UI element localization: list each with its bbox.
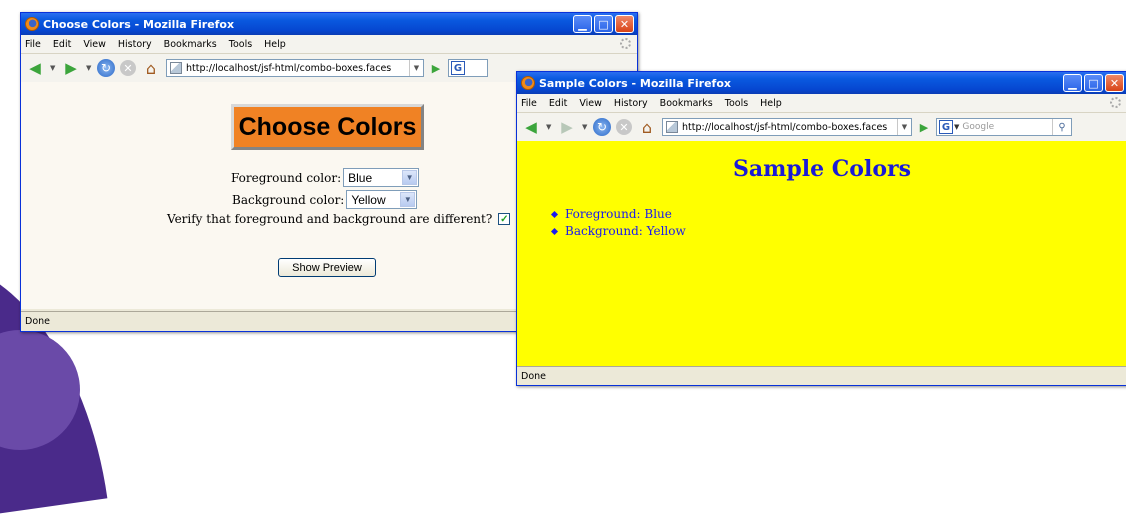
menu-bar: File Edit View History Bookmarks Tools H… <box>517 94 1126 113</box>
stop-icon: ✕ <box>616 119 632 135</box>
menu-file[interactable]: File <box>521 98 537 109</box>
url-text[interactable]: http://localhost/jsf-html/combo-boxes.fa… <box>186 63 409 74</box>
maximize-button[interactable]: □ <box>594 15 613 33</box>
menu-tools[interactable]: Tools <box>725 98 748 109</box>
google-icon[interactable]: G <box>939 120 953 134</box>
google-icon[interactable]: G <box>451 61 465 75</box>
status-text: Done <box>521 370 546 382</box>
back-arrow-icon[interactable]: ◀ <box>521 117 541 137</box>
search-input[interactable]: Google <box>962 122 994 132</box>
url-bar[interactable]: http://localhost/jsf-html/combo-boxes.fa… <box>662 118 912 136</box>
close-button[interactable]: ✕ <box>1105 74 1124 92</box>
maximize-button[interactable]: □ <box>1084 74 1103 92</box>
list-item-text: Background: Yellow <box>565 224 686 238</box>
menu-history[interactable]: History <box>614 98 648 109</box>
background-label: Background color: <box>232 192 345 207</box>
list-item-text: Foreground: Blue <box>565 207 672 221</box>
url-dropdown[interactable]: ▼ <box>897 119 911 135</box>
background-select[interactable]: Yellow ▼ <box>346 190 418 209</box>
menu-edit[interactable]: Edit <box>53 39 71 50</box>
verify-row: Verify that foreground and background ar… <box>167 212 511 226</box>
home-icon[interactable]: ⌂ <box>637 117 657 137</box>
forward-arrow-icon[interactable]: ▶ <box>61 58 81 78</box>
go-arrow-icon[interactable]: ▶ <box>917 121 931 134</box>
list-item: Background: Yellow <box>550 224 686 238</box>
menu-tools[interactable]: Tools <box>229 39 252 50</box>
url-dropdown[interactable]: ▼ <box>409 60 423 76</box>
verify-label: Verify that foreground and background ar… <box>167 212 493 226</box>
verify-checkbox[interactable]: ✓ <box>498 213 511 225</box>
foreground-row: Foreground color: Blue ▼ <box>231 168 420 187</box>
stop-icon[interactable]: ✕ <box>120 60 136 76</box>
page-heading: Sample Colors <box>732 156 911 182</box>
magnifier-icon[interactable]: ⚲ <box>1052 119 1071 135</box>
menu-bookmarks[interactable]: Bookmarks <box>660 98 713 109</box>
throbber-icon <box>1110 97 1121 108</box>
foreground-label: Foreground color: <box>231 170 342 185</box>
menu-history[interactable]: History <box>118 39 152 50</box>
color-list: Foreground: Blue Background: Yellow <box>550 207 686 241</box>
menu-view[interactable]: View <box>579 98 602 109</box>
search-engine-dropdown[interactable]: ▼ <box>954 123 959 131</box>
list-item: Foreground: Blue <box>550 207 686 221</box>
background-row: Background color: Yellow ▼ <box>232 190 418 209</box>
title-bar[interactable]: Choose Colors - Mozilla Firefox ▁ □ ✕ <box>21 13 637 35</box>
menu-bar: File Edit View History Bookmarks Tools H… <box>21 35 637 54</box>
menu-view[interactable]: View <box>83 39 106 50</box>
menu-bookmarks[interactable]: Bookmarks <box>164 39 217 50</box>
home-icon[interactable]: ⌂ <box>141 58 161 78</box>
firefox-icon <box>521 76 535 90</box>
chevron-down-icon[interactable]: ▼ <box>402 170 418 185</box>
status-text: Done <box>25 316 50 327</box>
bullet-icon <box>550 210 559 218</box>
minimize-button[interactable]: ▁ <box>573 15 592 33</box>
sample-colors-window: Sample Colors - Mozilla Firefox ▁ □ ✕ Fi… <box>516 71 1126 386</box>
page-icon <box>170 62 182 74</box>
menu-help[interactable]: Help <box>760 98 782 109</box>
title-bar[interactable]: Sample Colors - Mozilla Firefox ▁ □ ✕ <box>517 72 1126 94</box>
heading-box: Choose Colors <box>231 104 424 150</box>
forward-history-dropdown: ▼ <box>582 123 588 131</box>
page-icon <box>666 121 678 133</box>
reload-icon[interactable]: ↻ <box>593 118 611 136</box>
navigation-toolbar: ◀ ▼ ▶ ▼ ↻ ✕ ⌂ http://localhost/jsf-html/… <box>517 113 1126 142</box>
url-text[interactable]: http://localhost/jsf-html/combo-boxes.fa… <box>682 122 897 133</box>
foreground-select[interactable]: Blue ▼ <box>343 168 420 187</box>
back-history-dropdown[interactable]: ▼ <box>546 123 552 131</box>
bullet-icon <box>550 227 559 235</box>
foreground-value: Blue <box>348 170 373 185</box>
chevron-down-icon[interactable]: ▼ <box>400 192 416 207</box>
back-history-dropdown[interactable]: ▼ <box>50 64 56 72</box>
throbber-icon <box>620 38 631 49</box>
forward-arrow-icon: ▶ <box>561 118 573 136</box>
search-box[interactable]: G ▼ Google ⚲ <box>936 118 1072 136</box>
go-arrow-icon[interactable]: ▶ <box>429 62 443 75</box>
menu-edit[interactable]: Edit <box>549 98 567 109</box>
forward-history-dropdown[interactable]: ▼ <box>86 64 92 72</box>
firefox-icon <box>25 17 39 31</box>
minimize-button[interactable]: ▁ <box>1063 74 1082 92</box>
background-value: Yellow <box>351 192 386 207</box>
window-title: Sample Colors - Mozilla Firefox <box>539 76 731 90</box>
back-arrow-icon[interactable]: ◀ <box>25 58 45 78</box>
menu-file[interactable]: File <box>25 39 41 50</box>
page-heading: Choose Colors <box>238 112 417 141</box>
search-box[interactable]: G <box>448 59 488 77</box>
page-content: Sample Colors Foreground: Blue Backgroun… <box>517 141 1126 366</box>
url-bar[interactable]: http://localhost/jsf-html/combo-boxes.fa… <box>166 59 424 77</box>
close-button[interactable]: ✕ <box>615 15 634 33</box>
show-preview-button[interactable]: Show Preview <box>278 258 376 277</box>
menu-help[interactable]: Help <box>264 39 286 50</box>
window-title: Choose Colors - Mozilla Firefox <box>43 17 235 31</box>
reload-icon[interactable]: ↻ <box>97 59 115 77</box>
status-bar: Done <box>517 366 1126 385</box>
